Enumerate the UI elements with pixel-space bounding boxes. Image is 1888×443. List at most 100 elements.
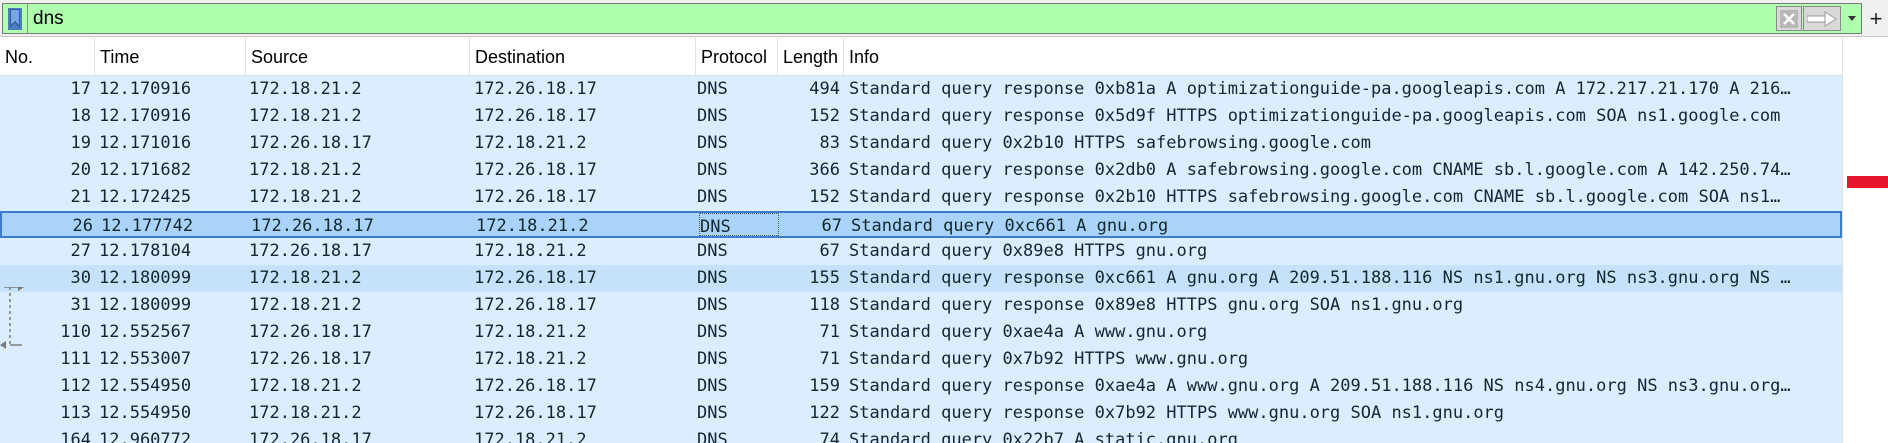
packet-row[interactable]: 30 12.180099 172.18.21.2 172.26.18.17 DNS 155…: [0, 265, 1842, 292]
packet-protocol: DNS: [697, 79, 728, 99]
display-filter-field: [2, 3, 1862, 34]
packet-destination: 172.26.18.17: [474, 268, 597, 288]
packet-list-header: No. Time Source Destination Protocol Len…: [0, 38, 1842, 76]
packet-source: 172.26.18.17: [251, 216, 374, 236]
packet-number: 17: [70, 79, 91, 99]
packet-row[interactable]: 19 12.171016 172.26.18.17 172.18.21.2 DNS 83 S…: [0, 130, 1842, 157]
packet-protocol: DNS: [697, 106, 728, 126]
packet-number: 26: [72, 216, 93, 236]
clear-icon: [1780, 9, 1798, 28]
packet-info: Standard query response 0x7b92 HTTPS www…: [849, 403, 1505, 423]
display-filter-toolbar: +: [0, 0, 1888, 37]
packet-row-selected[interactable]: 26 12.177742 172.26.18.17 172.18.21.2 DNS 67 S…: [0, 211, 1842, 238]
packet-source: 172.26.18.17: [249, 133, 372, 153]
packet-length: 67: [821, 216, 842, 236]
packet-row[interactable]: 111 12.553007 172.26.18.17 172.18.21.2 DNS 71…: [0, 346, 1842, 373]
selected-packet-marker: [1847, 176, 1888, 188]
packet-row[interactable]: 112 12.554950 172.18.21.2 172.26.18.17 DNS 15…: [0, 373, 1842, 400]
clear-filter-button[interactable]: [1776, 6, 1802, 31]
packet-protocol: DNS: [697, 322, 728, 342]
packet-info: Standard query response 0xae4a A www.gnu…: [849, 376, 1791, 396]
packet-row[interactable]: 21 12.172425 172.18.21.2 172.26.18.17 DNS 152…: [0, 184, 1842, 211]
packet-row[interactable]: 110 12.552567 172.26.18.17 172.18.21.2 DNS 71…: [0, 319, 1842, 346]
packet-time: 12.170916: [99, 79, 192, 99]
column-header-length[interactable]: Length: [778, 38, 844, 75]
packet-destination: 172.18.21.2: [474, 133, 587, 153]
packet-info: Standard query 0x2b10 HTTPS safebrowsing…: [849, 133, 1371, 153]
packet-row[interactable]: 20 12.171682 172.18.21.2 172.26.18.17 DNS 366…: [0, 157, 1842, 184]
packet-protocol: DNS: [697, 133, 728, 153]
packet-info: Standard query 0x89e8 HTTPS gnu.org: [849, 241, 1208, 261]
packet-destination: 172.18.21.2: [476, 216, 589, 236]
packet-row[interactable]: 164 12.960772 172.26.18.17 172.18.21.2 DNS 74…: [0, 427, 1842, 443]
packet-length: 71: [819, 322, 840, 342]
packet-list-minimap-scrollbar[interactable]: [1842, 38, 1888, 443]
filter-bookmark-button[interactable]: [3, 4, 28, 33]
packet-destination: 172.18.21.2: [474, 322, 587, 342]
filter-history-dropdown[interactable]: [1843, 6, 1861, 31]
column-header-source[interactable]: Source: [246, 38, 470, 75]
column-header-time[interactable]: Time: [95, 38, 246, 75]
chevron-down-icon: [1848, 15, 1856, 21]
packet-info: Standard query 0x22b7 A static.gnu.org: [849, 430, 1238, 443]
packet-source: 172.18.21.2: [249, 295, 362, 315]
packet-info: Standard query response 0x2db0 A safebro…: [849, 160, 1791, 180]
packet-row[interactable]: 31 12.180099 172.18.21.2 172.26.18.17 DNS 118…: [0, 292, 1842, 319]
packet-destination: 172.18.21.2: [474, 241, 587, 261]
packet-row[interactable]: 18 12.170916 172.18.21.2 172.26.18.17 DNS 152…: [0, 103, 1842, 130]
column-header-info[interactable]: Info: [844, 38, 1842, 75]
display-filter-input[interactable]: [33, 6, 1763, 31]
packet-destination: 172.26.18.17: [474, 187, 597, 207]
packet-time: 12.552567: [99, 322, 192, 342]
packet-number: 164: [60, 430, 91, 443]
packet-time: 12.960772: [99, 430, 192, 443]
column-header-destination[interactable]: Destination: [470, 38, 696, 75]
packet-number: 113: [60, 403, 91, 423]
packet-source: 172.18.21.2: [249, 376, 362, 396]
packet-time: 12.180099: [99, 268, 192, 288]
packet-destination: 172.26.18.17: [474, 106, 597, 126]
packet-info: Standard query 0xae4a A www.gnu.org: [849, 322, 1208, 342]
packet-number: 27: [70, 241, 91, 261]
packet-info: Standard query 0x7b92 HTTPS www.gnu.org: [849, 349, 1249, 369]
packet-protocol: DNS: [699, 213, 779, 236]
column-header-protocol[interactable]: Protocol: [696, 38, 778, 75]
packet-protocol: DNS: [697, 268, 728, 288]
packet-length: 159: [809, 376, 840, 396]
packet-length: 74: [819, 430, 840, 443]
packet-time: 12.554950: [99, 403, 192, 423]
packet-protocol: DNS: [697, 187, 728, 207]
packet-info: Standard query response 0x5d9f HTTPS opt…: [849, 106, 1781, 126]
packet-protocol: DNS: [697, 241, 728, 261]
packet-destination: 172.26.18.17: [474, 403, 597, 423]
packet-protocol: DNS: [697, 403, 728, 423]
add-filter-button[interactable]: +: [1866, 4, 1886, 33]
column-header-no[interactable]: No.: [0, 38, 95, 75]
packet-row[interactable]: 17 12.170916 172.18.21.2 172.26.18.17 DNS 494…: [0, 76, 1842, 103]
packet-source: 172.18.21.2: [249, 106, 362, 126]
packet-number: 18: [70, 106, 91, 126]
apply-filter-button[interactable]: [1803, 6, 1841, 31]
packet-source: 172.26.18.17: [249, 430, 372, 443]
packet-destination: 172.26.18.17: [474, 160, 597, 180]
packet-source: 172.18.21.2: [249, 79, 362, 99]
packet-row[interactable]: 113 12.554950 172.18.21.2 172.26.18.17 DNS 12…: [0, 400, 1842, 427]
packet-length: 118: [809, 295, 840, 315]
packet-row[interactable]: 27 12.178104 172.26.18.17 172.18.21.2 DNS 67 S…: [0, 238, 1842, 265]
related-packet-indicator: [0, 287, 24, 349]
packet-source: 172.26.18.17: [249, 322, 372, 342]
packet-number: 112: [60, 376, 91, 396]
packet-source: 172.18.21.2: [249, 403, 362, 423]
packet-time: 12.171016: [99, 133, 192, 153]
packet-destination: 172.26.18.17: [474, 295, 597, 315]
packet-length: 152: [809, 187, 840, 207]
packet-list[interactable]: No. Time Source Destination Protocol Len…: [0, 38, 1842, 443]
packet-time: 12.177742: [101, 216, 194, 236]
packet-protocol: DNS: [697, 376, 728, 396]
packet-time: 12.170916: [99, 106, 192, 126]
packet-length: 366: [809, 160, 840, 180]
packet-info: Standard query response 0xb81a A optimiz…: [849, 79, 1791, 99]
packet-length: 122: [809, 403, 840, 423]
packet-info: Standard query response 0x2b10 HTTPS saf…: [849, 187, 1781, 207]
packet-destination: 172.18.21.2: [474, 430, 587, 443]
